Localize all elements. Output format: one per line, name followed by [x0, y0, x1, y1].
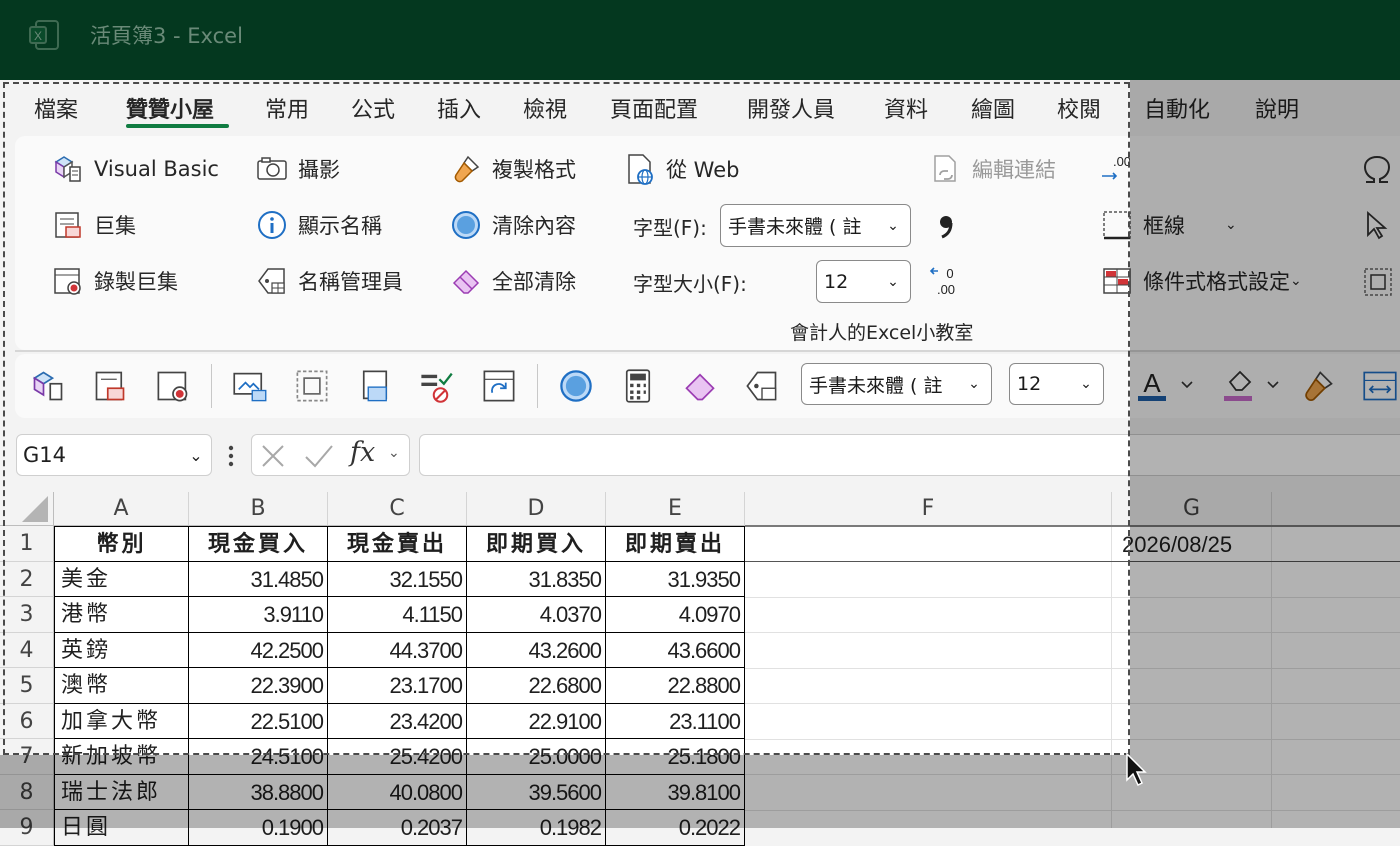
window-title: 活頁簿3 - Excel	[90, 24, 243, 48]
snip-dim-overlay	[0, 755, 1400, 828]
title-bar: X 活頁簿3 - Excel	[0, 0, 1400, 80]
mouse-cursor-icon	[1126, 752, 1147, 787]
snip-selection-rectangle[interactable]	[3, 82, 1130, 755]
excel-logo-icon: X	[29, 20, 59, 50]
snip-dim-overlay	[1130, 80, 1400, 755]
svg-text:X: X	[34, 29, 42, 43]
